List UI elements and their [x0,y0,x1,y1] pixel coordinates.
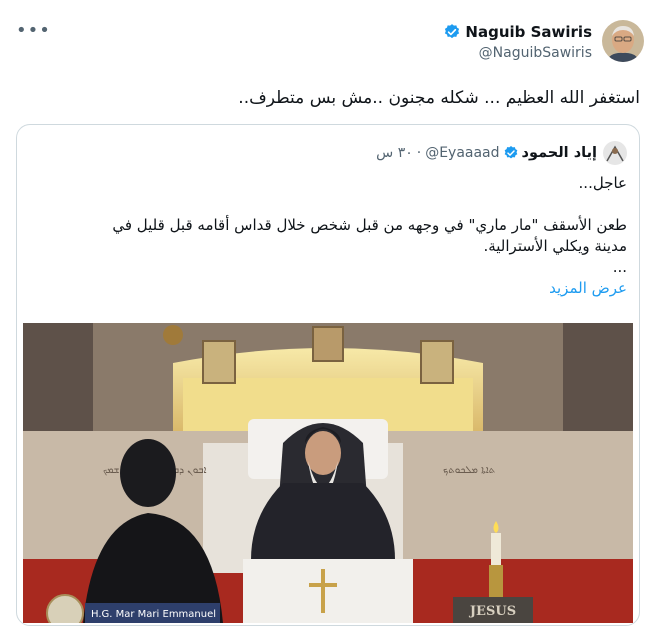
separator-dot: · [416,145,422,161]
quoted-line-city: مدينة ويكلي الأسترالية. [483,237,627,255]
quoted-line-urgent: عاجل... [578,174,627,192]
tweet-author[interactable]: Naguib Sawiris @NaguibSawiris [443,20,644,62]
author-avatar[interactable] [602,20,644,62]
quoted-line-main: طعن الأسقف "مار ماري" في وجهه من قبل شخص… [112,216,627,234]
quoted-author-avatar[interactable] [603,141,627,165]
author-names: Naguib Sawiris @NaguibSawiris [443,20,592,61]
quoted-tweet-header: إياد الحمود @Eyaaaad · ٣٠ س [376,141,627,165]
tweet-text: استغفر الله العظيم ... شكله مجنون ..مش ب… [238,88,640,108]
quoted-ellipsis: ... [612,258,627,276]
quoted-tweet[interactable]: إياد الحمود @Eyaaaad · ٣٠ س عاجل... طعن … [16,124,640,626]
quoted-author-handle[interactable]: @Eyaaaad [425,145,499,161]
more-options-icon[interactable]: ••• [16,22,51,40]
video-name-banner: H.G. Mar Mari Emmanuel [91,609,216,620]
jesus-sign: JESUS [469,604,516,619]
quoted-timestamp[interactable]: ٣٠ س [376,145,413,161]
author-handle[interactable]: @NaguibSawiris [479,45,592,61]
verified-badge-icon [443,23,461,41]
church-video-frame: ܐܒܘܢ ܕܒܫܡܝܐ ܢܬܩܕܫ ܫܡܟ ܬܐܬܐ ܡܠܟܘܬܟ JESUS … [23,323,633,623]
author-name[interactable]: Naguib Sawiris [465,23,592,41]
quoted-video[interactable]: ܐܒܘܢ ܕܒܫܡܝܐ ܢܬܩܕܫ ܫܡܟ ܬܐܬܐ ܡܠܟܘܬܟ JESUS … [23,323,633,623]
author-name-row: Naguib Sawiris [443,23,592,41]
show-more-link[interactable]: عرض المزيد [549,279,627,297]
svg-text:ܬܐܬܐ ܡܠܟܘܬܟ: ܬܐܬܐ ܡܠܟܘܬܟ [443,465,495,476]
quoted-verified-badge-icon [503,145,519,161]
quoted-tweet-body: عاجل... طعن الأسقف "مار ماري" في وجهه من… [31,173,627,299]
quoted-author-name[interactable]: إياد الحمود [522,145,597,161]
